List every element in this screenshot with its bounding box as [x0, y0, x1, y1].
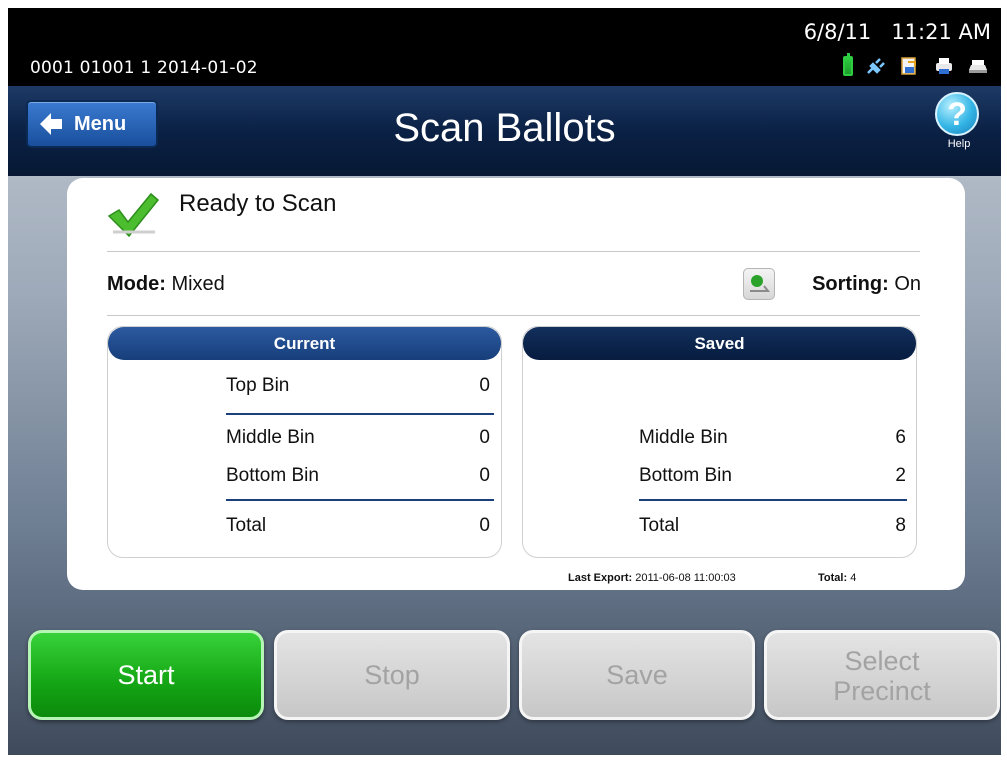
select-precinct-label-line1: Select — [844, 646, 920, 676]
status-bar: 0001 01001 1 2014-01-02 6/8/11 11:21 AM — [8, 8, 1001, 86]
title-bar: Menu Scan Ballots ? Help — [8, 86, 1001, 176]
scan-status-card: Ready to Scan Mode: Mixed Sorting: On Cu… — [67, 178, 965, 590]
status-date: 6/8/11 — [803, 20, 872, 44]
mode-value: Mixed — [171, 273, 225, 295]
clock: 6/8/11 11:21 AM — [804, 20, 991, 44]
help-icon: ? — [935, 92, 979, 136]
saved-middle-bin-label: Middle Bin — [639, 427, 728, 448]
last-export-value: 2011-06-08 11:00:03 — [635, 572, 736, 584]
divider — [226, 499, 494, 501]
current-bottom-bin-label: Bottom Bin — [226, 465, 319, 486]
printer-icon — [933, 56, 955, 76]
sorting-toggle-button[interactable] — [743, 268, 775, 300]
divider — [226, 413, 494, 415]
stop-button[interactable]: Stop — [274, 630, 510, 720]
last-export: Last Export: 2011-06-08 11:00:03 — [568, 572, 736, 584]
current-middle-bin-label: Middle Bin — [226, 427, 315, 448]
saved-middle-bin-value: 6 — [895, 427, 906, 448]
sort-icon — [750, 275, 771, 292]
export-total: Total: 4 — [818, 572, 856, 584]
sorting-label: Sorting: — [812, 273, 889, 295]
saved-panel-title: Saved — [523, 327, 916, 360]
divider — [107, 315, 920, 316]
select-precinct-button[interactable]: Select Precinct — [764, 630, 1000, 720]
current-total-label: Total — [226, 515, 267, 536]
saved-total-value: 8 — [895, 515, 906, 536]
sorting-indicator: Sorting: On — [812, 273, 921, 296]
current-panel-title: Current — [108, 327, 501, 360]
export-total-value: 4 — [850, 572, 857, 584]
save-button[interactable]: Save — [519, 630, 755, 720]
help-label: Help — [947, 138, 971, 150]
saved-bottom-bin-label: Bottom Bin — [639, 465, 732, 486]
export-total-label: Total: — [818, 572, 848, 584]
kiosk-frame: 0001 01001 1 2014-01-02 6/8/11 11:21 AM … — [8, 8, 1001, 755]
status-time: 11:21 AM — [891, 20, 991, 44]
current-top-bin-value: 0 — [479, 375, 490, 396]
current-top-bin-label: Top Bin — [226, 375, 290, 396]
start-button[interactable]: Start — [28, 630, 264, 720]
current-counts-panel: Current Top Bin 0 Middle Bin 0 Bottom Bi… — [107, 326, 502, 558]
scan-ballots-screen: 0001 01001 1 2014-01-02 6/8/11 11:21 AM … — [8, 8, 1001, 755]
battery-icon — [843, 53, 853, 76]
page-title: Scan Ballots — [393, 106, 616, 150]
last-export-label: Last Export: — [568, 572, 633, 584]
current-total-value: 0 — [479, 515, 490, 536]
ready-status: Ready to Scan — [179, 190, 337, 217]
saved-bottom-bin-value: 2 — [895, 465, 906, 486]
divider — [639, 499, 907, 501]
current-middle-bin-value: 0 — [479, 427, 490, 448]
saved-total-label: Total — [639, 515, 680, 536]
divider — [107, 251, 920, 252]
select-precinct-label-line2: Precinct — [833, 676, 931, 706]
machine-id: 0001 01001 1 2014-01-02 — [30, 58, 258, 78]
scanner-icon — [967, 56, 989, 76]
sorting-value: On — [894, 273, 921, 295]
saved-counts-panel: Saved Middle Bin 6 Bottom Bin 2 Total 8 — [522, 326, 917, 558]
document-icon — [899, 56, 921, 76]
current-bottom-bin-value: 0 — [479, 465, 490, 486]
mode-label: Mode: — [107, 273, 166, 295]
power-plug-icon — [865, 56, 887, 76]
checkmark-icon — [107, 192, 159, 238]
mode-indicator: Mode: Mixed — [107, 273, 225, 296]
help-button[interactable]: ? Help — [935, 92, 983, 150]
status-icons — [843, 53, 989, 76]
